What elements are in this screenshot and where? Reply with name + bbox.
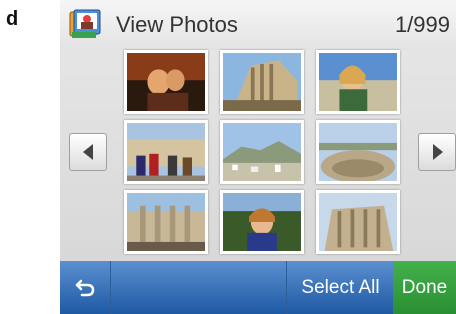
photo-app-icon xyxy=(68,8,102,42)
photo-thumbnail[interactable] xyxy=(124,50,208,114)
printer-screen: View Photos 1/999 Select All Done xyxy=(60,0,456,314)
page-title: View Photos xyxy=(116,12,238,37)
photo-thumbnail[interactable] xyxy=(316,50,400,114)
photo-thumbnail[interactable] xyxy=(220,190,304,254)
back-button[interactable] xyxy=(60,261,111,314)
photo-thumbnail[interactable] xyxy=(316,190,400,254)
done-button[interactable]: Done xyxy=(393,261,456,314)
photo-thumbnail[interactable] xyxy=(220,120,304,184)
photo-thumbnail[interactable] xyxy=(316,120,400,184)
figure-panel-label: d xyxy=(6,8,19,30)
title-bar: View Photos 1/999 xyxy=(60,0,456,51)
arrow-left-icon xyxy=(83,144,93,160)
photo-thumbnail[interactable] xyxy=(220,50,304,114)
next-page-button[interactable] xyxy=(418,133,456,171)
photo-counter: 1/999 xyxy=(394,12,450,37)
photo-thumbnail[interactable] xyxy=(124,190,208,254)
back-arrow-icon xyxy=(75,279,95,297)
photo-grid-area xyxy=(60,50,456,261)
photo-thumbnail[interactable] xyxy=(124,120,208,184)
previous-page-button[interactable] xyxy=(69,133,107,171)
arrow-right-icon xyxy=(433,144,443,160)
select-all-button[interactable]: Select All xyxy=(286,261,394,314)
bottom-toolbar: Select All Done xyxy=(60,261,456,314)
